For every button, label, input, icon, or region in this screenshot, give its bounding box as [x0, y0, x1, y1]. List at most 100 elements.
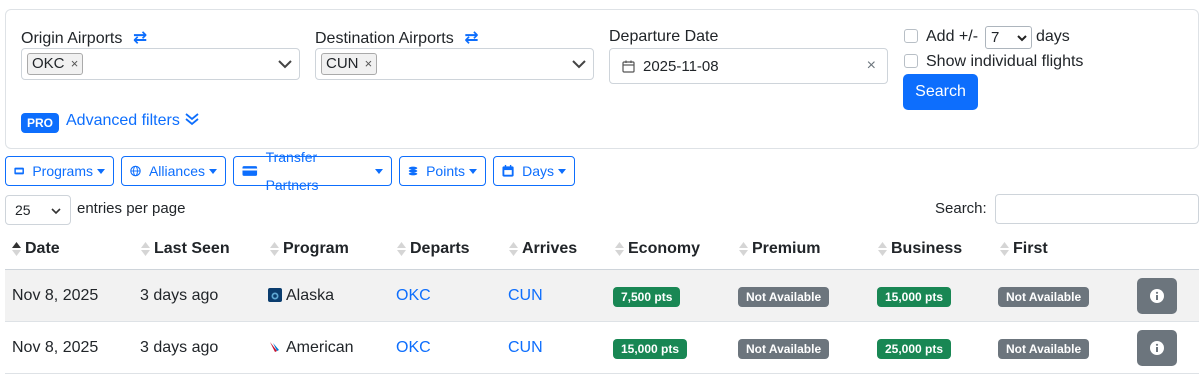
origin-tag: OKC ×	[27, 53, 84, 75]
remove-destination-tag-icon[interactable]: ×	[365, 56, 373, 71]
show-individual-checkbox[interactable]	[904, 54, 918, 68]
chevron-down-icon	[572, 60, 586, 69]
calendar-icon	[622, 60, 635, 73]
row-date: Nov 8, 2025	[12, 287, 99, 304]
add-days-suffix: days	[1036, 28, 1070, 45]
wallet-icon	[14, 167, 24, 175]
departure-label: Departure Date	[609, 28, 719, 45]
info-button[interactable]	[1137, 278, 1177, 314]
row-program-label: American	[286, 339, 354, 356]
add-days-checkbox[interactable]	[904, 29, 918, 43]
chevron-down-icon	[1017, 35, 1027, 42]
row-date: Nov 8, 2025	[12, 339, 99, 356]
table-row: Nov 8, 2025 3 days ago Alaska OKC CUN 7,…	[5, 270, 1199, 322]
chevron-down-icon	[51, 208, 61, 215]
destination-tag-label: CUN	[326, 55, 359, 72]
transfer-partners-filter-button[interactable]: Transfer Partners	[233, 149, 392, 193]
double-chevron-down-icon	[185, 113, 199, 126]
sort-icon	[141, 242, 150, 256]
sort-icon	[615, 242, 624, 256]
column-header-arrives[interactable]: Arrives	[509, 240, 577, 258]
row-program: Alaska	[268, 287, 334, 305]
globe-icon	[130, 165, 141, 177]
sort-icon	[878, 242, 887, 256]
destination-select[interactable]: CUN ×	[315, 48, 594, 80]
entries-per-page-label: entries per page	[77, 200, 186, 217]
economy-points-badge[interactable]: 7,500 pts	[613, 287, 681, 307]
sort-ascending-icon	[12, 242, 21, 256]
swap-origin-icon[interactable]: ⇄	[133, 28, 147, 47]
swap-destination-icon[interactable]: ⇄	[464, 28, 478, 47]
column-header-last-seen[interactable]: Last Seen	[141, 240, 230, 258]
business-points-badge[interactable]: 25,000 pts	[877, 339, 952, 359]
info-button[interactable]	[1137, 330, 1177, 366]
economy-points-badge[interactable]: 15,000 pts	[613, 339, 688, 359]
column-header-premium-label: Premium	[752, 240, 821, 257]
column-header-date-label: Date	[25, 240, 60, 257]
column-header-first[interactable]: First	[1000, 240, 1048, 258]
first-unavailable-badge: Not Available	[998, 287, 1090, 307]
entries-per-page-select[interactable]: 25	[5, 195, 71, 225]
sort-icon	[509, 242, 518, 256]
column-header-program[interactable]: Program	[270, 240, 349, 258]
alliances-filter-label: Alliances	[148, 163, 205, 179]
programs-filter-label: Programs	[32, 163, 93, 179]
origin-label: Origin Airports	[21, 30, 123, 47]
advanced-filters-link[interactable]: Advanced filters	[66, 112, 200, 130]
credit-card-icon	[242, 166, 258, 176]
row-last-seen: 3 days ago	[140, 287, 219, 304]
departure-date-value: 2025-11-08	[643, 58, 719, 75]
origin-label-group: Origin Airports ⇄	[21, 28, 147, 48]
origin-tag-label: OKC	[32, 55, 65, 72]
origin-select[interactable]: OKC ×	[21, 48, 300, 80]
premium-unavailable-badge: Not Available	[738, 339, 830, 359]
premium-unavailable-badge: Not Available	[738, 287, 830, 307]
clear-date-icon[interactable]: ×	[867, 57, 876, 75]
departure-date-input[interactable]: 2025-11-08 ×	[609, 48, 888, 84]
row-arrives-link[interactable]: CUN	[508, 287, 543, 305]
pro-badge: PRO	[21, 113, 60, 133]
days-filter-label: Days	[522, 163, 554, 179]
alliances-filter-button[interactable]: Alliances	[121, 156, 226, 186]
transfer-partners-filter-label: Transfer Partners	[265, 149, 319, 193]
first-unavailable-badge: Not Available	[998, 339, 1090, 359]
search-panel: Origin Airports ⇄ OKC × Destination Airp…	[5, 9, 1199, 149]
row-departs-link[interactable]: OKC	[396, 287, 431, 305]
column-header-last-seen-label: Last Seen	[154, 240, 230, 257]
row-departs-link[interactable]: OKC	[396, 339, 431, 357]
points-filter-button[interactable]: Points	[399, 156, 486, 186]
column-header-premium[interactable]: Premium	[739, 240, 820, 258]
sort-icon	[739, 242, 748, 256]
sort-icon	[270, 242, 279, 256]
search-button[interactable]: Search	[903, 74, 978, 110]
column-header-first-label: First	[1013, 240, 1048, 257]
days-filter-button[interactable]: Days	[493, 156, 575, 186]
business-points-badge[interactable]: 15,000 pts	[877, 287, 952, 307]
chevron-down-icon	[278, 60, 292, 69]
column-header-economy[interactable]: Economy	[615, 240, 700, 258]
destination-tag: CUN ×	[321, 53, 378, 75]
alaska-airlines-logo-icon	[268, 288, 282, 302]
sort-icon	[397, 242, 406, 256]
column-header-arrives-label: Arrives	[522, 240, 578, 257]
programs-filter-button[interactable]: Programs	[5, 156, 114, 186]
points-filter-label: Points	[426, 163, 465, 179]
destination-label-group: Destination Airports ⇄	[315, 28, 478, 48]
row-arrives-link[interactable]: CUN	[508, 339, 543, 357]
column-header-departs[interactable]: Departs	[397, 240, 470, 258]
add-days-select[interactable]: 7	[985, 26, 1032, 49]
column-header-departs-label: Departs	[410, 240, 470, 257]
column-header-business-label: Business	[891, 240, 963, 257]
remove-origin-tag-icon[interactable]: ×	[71, 56, 79, 71]
row-program: American	[268, 339, 354, 357]
american-airlines-logo-icon	[270, 342, 279, 352]
column-header-business[interactable]: Business	[878, 240, 962, 258]
column-header-economy-label: Economy	[628, 240, 701, 257]
calendar-icon	[502, 164, 514, 177]
entries-per-page-value: 25	[15, 202, 31, 218]
column-header-program-label: Program	[283, 240, 349, 257]
table-search-input[interactable]	[995, 194, 1199, 224]
table-search-label: Search:	[935, 200, 987, 217]
column-header-date[interactable]: Date	[12, 240, 60, 258]
show-individual-label: Show individual flights	[926, 53, 1084, 70]
